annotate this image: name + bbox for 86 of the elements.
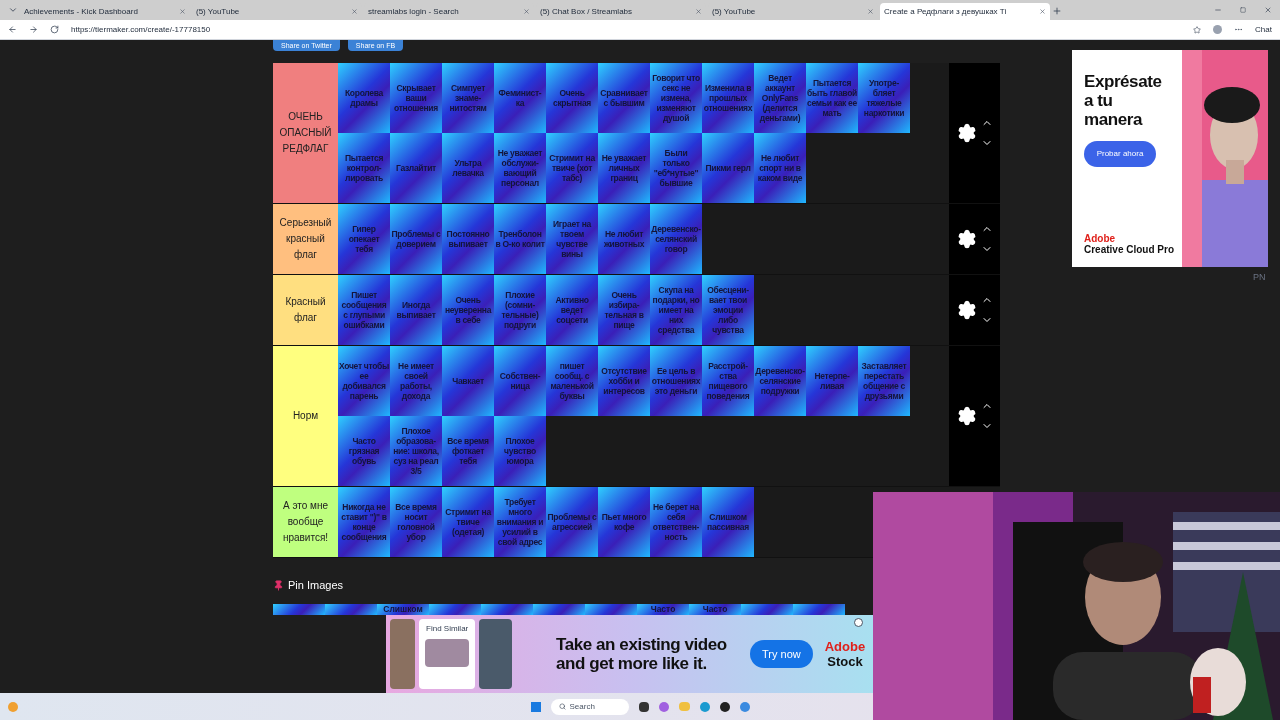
tier-item[interactable]: Королева драмы bbox=[338, 63, 390, 133]
tier-item[interactable]: Активно ведет соцсети bbox=[546, 275, 598, 345]
tier-item[interactable]: пишет сообщ. с маленькой буквы bbox=[546, 346, 598, 416]
address-bar[interactable]: https://tiermaker.com/create/-17778150 bbox=[71, 23, 1182, 36]
tier-item[interactable]: Плохие (сомни-тельные) подруги bbox=[494, 275, 546, 345]
tier-item[interactable]: Часто bbox=[637, 604, 689, 615]
tab-title: Create a Редфлаги з девушках Ti bbox=[884, 5, 1008, 18]
tier-item[interactable]: Не уважает обслужи-вающий персонал bbox=[494, 133, 546, 203]
tier-item[interactable]: Были только "еб*нутые" бывшие bbox=[650, 133, 702, 203]
tier-item[interactable]: Феминист-ка bbox=[494, 63, 546, 133]
tier-item[interactable]: Не берет на себя ответствен-ность bbox=[650, 487, 702, 557]
ad-headline: Exprésate a tu manera bbox=[1084, 72, 1163, 129]
ad-tag: PN bbox=[1253, 271, 1266, 285]
tier-item[interactable]: Плохое чувство юмора bbox=[494, 416, 546, 486]
tier-item[interactable]: Деревенско-селянский говор bbox=[650, 204, 702, 274]
tier-item[interactable]: Слишком bbox=[377, 604, 429, 615]
browser-tab[interactable]: Create a Редфлаги з девушках Ti bbox=[880, 3, 1050, 20]
tier-item[interactable]: Заставляет перестать общение с друзьями bbox=[858, 346, 910, 416]
tier-item[interactable]: Пьет много кофе bbox=[598, 487, 650, 557]
tier-item[interactable]: Ее цель в отношениях это деньги bbox=[650, 346, 702, 416]
tier-item[interactable]: Газлайтит bbox=[390, 133, 442, 203]
tier-label[interactable]: А это мне вообще нравится! bbox=[273, 487, 338, 557]
tier-item[interactable]: Сравнивает с бывшим bbox=[598, 63, 650, 133]
tier-item[interactable]: Гипер опекает тебя bbox=[338, 204, 390, 274]
tier-item[interactable]: Симпует знаме-нитостям bbox=[442, 63, 494, 133]
chat-button[interactable]: Chat bbox=[1255, 23, 1272, 36]
tier-item[interactable]: Тренболон в О-ко колит bbox=[494, 204, 546, 274]
tier-item[interactable]: Нетерпе-ливая bbox=[806, 346, 858, 416]
tier-item[interactable]: Очень неуверенна в себе bbox=[442, 275, 494, 345]
tier-item[interactable]: Плохое образова-ние: школа, суз на реал 3/5 bbox=[390, 416, 442, 486]
tier-item[interactable]: Не любит животных bbox=[598, 204, 650, 274]
tier-item[interactable]: Все время носит головной убор bbox=[390, 487, 442, 557]
tab-title: streamlabs login - Search bbox=[368, 5, 460, 18]
tier-item[interactable]: Не любит спорт ни в каком виде bbox=[754, 133, 806, 203]
section-title: Pin Images bbox=[288, 577, 344, 593]
tier-item[interactable]: Обесцени-вает твои эмоции либо чувства bbox=[702, 275, 754, 345]
tier-label[interactable]: Красный флаг bbox=[273, 275, 338, 345]
tier-item[interactable]: Собствен-ница bbox=[494, 346, 546, 416]
tier-item[interactable]: Иногда выпивает bbox=[390, 275, 442, 345]
tier-item[interactable]: Никогда не ставит ")" в конце сообщения bbox=[338, 487, 390, 557]
tab-title: Achievements - Kick Dashboard bbox=[24, 5, 139, 18]
ad-brand: Adobe bbox=[824, 639, 866, 654]
tier-label[interactable]: ОЧЕНЬ ОПАСНЫЙ РЕДФЛАГ bbox=[273, 63, 338, 203]
tab-title: (5) YouTube bbox=[712, 5, 757, 18]
ad-headline: Take an existing video and get more like it. bbox=[556, 635, 728, 673]
ad-brand: Adobe bbox=[1084, 233, 1117, 244]
tier-item[interactable]: Деревенско-селянские подружки bbox=[754, 346, 806, 416]
tier-item[interactable]: Употре-бляет тяжелые наркотики bbox=[858, 63, 910, 133]
tier-item[interactable]: Пишет сообщения с глупыми ошибками bbox=[338, 275, 390, 345]
tier-item[interactable]: Требует много внимания и усилий в свой адрес bbox=[494, 487, 546, 557]
tier-item[interactable]: Стримит на твиче (хот табс) bbox=[546, 133, 598, 203]
tier-item[interactable]: Очень избира-тельная в пище bbox=[598, 275, 650, 345]
tier-label[interactable]: Норм bbox=[273, 346, 338, 486]
tier-item[interactable]: Расстрой-ства пищевого поведения bbox=[702, 346, 754, 416]
tier-item[interactable]: Скрывает ваши отношения bbox=[390, 63, 442, 133]
tier-item[interactable]: Стримит на твиче (одетая) bbox=[442, 487, 494, 557]
tier-item[interactable]: Ведет аккаунт OnlyFans (делится деньгами) bbox=[754, 63, 806, 133]
tier-item[interactable]: Играет на твоем чувстве вины bbox=[546, 204, 598, 274]
tier-item[interactable]: Проблемы с доверием bbox=[390, 204, 442, 274]
tier-item[interactable]: Часто грязная обувь bbox=[338, 416, 390, 486]
tier-item[interactable]: Изменила в прошлых отношениях bbox=[702, 63, 754, 133]
tier-item[interactable]: Слишком пассивная bbox=[702, 487, 754, 557]
taskbar-search-field[interactable]: Search bbox=[550, 698, 629, 715]
tier-item[interactable]: Скупа на подарки, но имеет на них средства bbox=[650, 275, 702, 345]
tier-item[interactable]: Пытается контрол-лировать bbox=[338, 133, 390, 203]
tier-item[interactable]: Ультра левачка bbox=[442, 133, 494, 203]
tab-title: (5) YouTube bbox=[196, 5, 241, 18]
tier-label[interactable]: Серьезный красный флаг bbox=[273, 204, 338, 274]
tier-item[interactable]: Не уважает личных границ bbox=[598, 133, 650, 203]
tier-item[interactable]: Все время фоткает тебя bbox=[442, 416, 494, 486]
tier-item[interactable]: Хочет чтобы ее добивался парень bbox=[338, 346, 390, 416]
tier-item[interactable]: Отсутствие хобби и интересов bbox=[598, 346, 650, 416]
ad-product: Stock bbox=[827, 654, 863, 669]
try-now-button[interactable]: Try now bbox=[750, 639, 813, 669]
tier-item[interactable]: Пикми герл bbox=[702, 133, 754, 203]
tier-item[interactable]: Говорит что секс не измена, изменяют душой bbox=[650, 63, 702, 133]
probar-button[interactable]: Probar ahora bbox=[1084, 141, 1156, 167]
tier-item[interactable]: Постоянно выпивает bbox=[442, 204, 494, 274]
card-label: Find Similar bbox=[426, 623, 469, 635]
tier-item[interactable]: Часто bbox=[689, 604, 741, 615]
tier-item[interactable]: Не имеет своей работы, дохода bbox=[390, 346, 442, 416]
tier-item[interactable]: Чавкает bbox=[442, 346, 494, 416]
tier-item[interactable]: Пытается быть главой семьи как ее мать bbox=[806, 63, 858, 133]
tier-item[interactable]: Очень скрытная bbox=[546, 63, 598, 133]
tab-title: (5) Chat Box / Streamlabs bbox=[540, 5, 634, 18]
tier-item[interactable]: Проблемы с агрессией bbox=[546, 487, 598, 557]
